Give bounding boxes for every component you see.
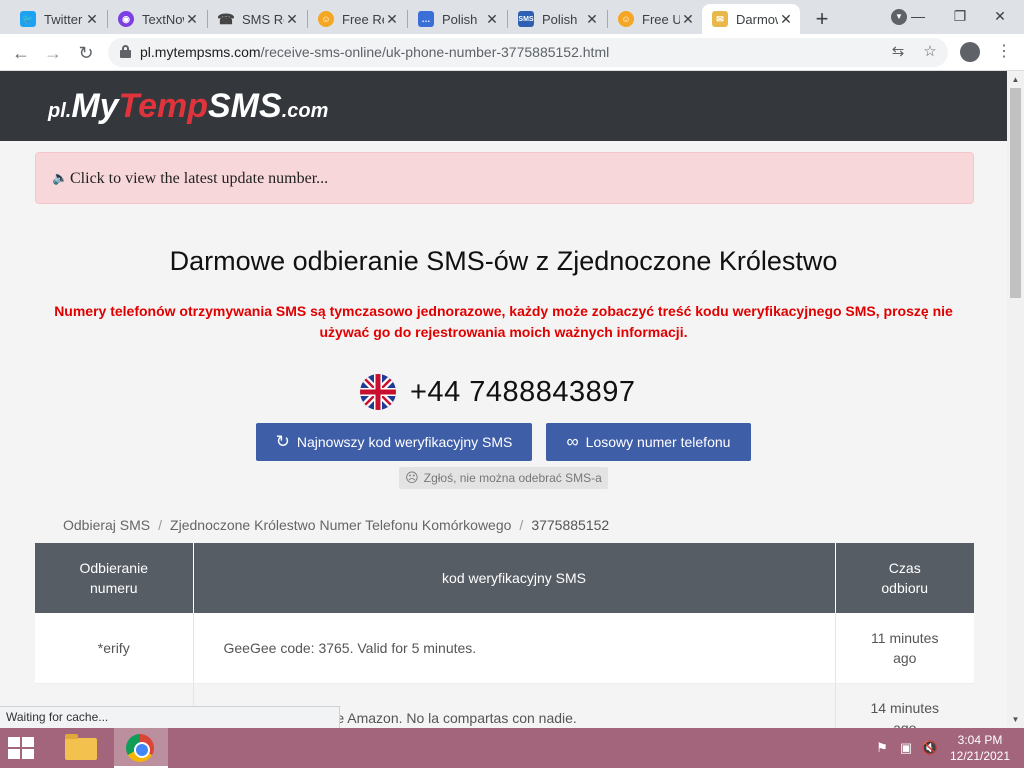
close-icon[interactable]: ✕ (284, 11, 300, 28)
close-icon[interactable]: ✕ (584, 11, 600, 28)
address-bar[interactable]: pl.mytempsms.com/receive-sms-online/uk-p… (108, 38, 948, 67)
phone-number: +44 7488843897 (410, 375, 636, 408)
browser-toolbar: ← → ↻ pl.mytempsms.com/receive-sms-onlin… (0, 34, 1024, 71)
breadcrumb: Odbieraj SMS / Zjednoczone Królestwo Numer… (63, 517, 610, 533)
phone-number-block: +44 7488843897 (360, 374, 636, 410)
tab-free-uk[interactable]: ☺ Free UK ✕ (608, 4, 702, 34)
breadcrumb-country[interactable]: Zjednoczone Królestwo Numer Telefonu Kom… (170, 517, 511, 533)
sms-icon: SMS (518, 11, 534, 27)
random-number-label: Losowy numer telefonu (585, 434, 731, 450)
restore-icon[interactable]: ❐ (940, 2, 980, 30)
chat-icon: … (418, 11, 434, 27)
sms-table: Odbieranie numeru kod weryfikacyjny SMS … (35, 543, 974, 728)
uk-flag-icon (360, 374, 396, 410)
new-tab-button[interactable]: + (810, 6, 834, 32)
refresh-icon: ↻ (275, 432, 290, 451)
latest-code-label: Najnowszy kod weryfikacyjny SMS (296, 434, 513, 450)
breadcrumb-current: 3775885152 (531, 517, 610, 533)
reload-icon[interactable]: ↻ (73, 40, 99, 66)
twitter-icon: 🐦 (20, 11, 36, 27)
system-clock[interactable]: 3:04 PM 12/21/2021 (944, 732, 1016, 764)
translate-icon[interactable]: ⇆ (888, 42, 908, 60)
latest-code-button[interactable]: ↻ Najnowszy kod weryfikacyjny SMS (256, 423, 532, 461)
site-logo[interactable]: pl.MyTempSMS.com (48, 87, 328, 126)
chrome-taskbar-button[interactable] (114, 728, 168, 768)
speaker-icon: 🔈 (52, 170, 69, 185)
table-row: *erify GeeGee code: 3765. Valid for 5 mi… (35, 613, 974, 684)
back-arrow-icon[interactable]: ← (8, 40, 34, 66)
tab-title: TextNow (142, 11, 184, 27)
tab-title: Polish (542, 11, 578, 27)
table-header-row: Odbieranie numeru kod weryfikacyjny SMS … (35, 543, 974, 613)
tab-strip: 🐦 Twitter ✕ ◉ TextNow ✕ ☎ SMS Receive ✕ … (0, 0, 1024, 34)
close-icon[interactable]: ✕ (680, 11, 696, 28)
profile-avatar-icon[interactable] (960, 42, 980, 62)
warning-text: Numery telefonów otrzymywania SMS są tym… (54, 303, 953, 340)
close-icon[interactable]: ✕ (778, 11, 794, 28)
tab-sms-receive[interactable]: ☎ SMS Receive ✕ (208, 4, 306, 34)
status-bar: Waiting for cache... (0, 706, 340, 728)
forward-arrow-icon[interactable]: → (40, 40, 66, 66)
tab-title: Free Receive (342, 11, 384, 27)
tab-title: SMS Receive (242, 11, 284, 27)
menu-kebab-icon[interactable]: ⋮ (996, 41, 1012, 61)
close-icon[interactable]: ✕ (384, 11, 400, 28)
bookmark-star-icon[interactable]: ☆ (920, 42, 940, 60)
textnow-icon: ◉ (118, 11, 134, 27)
volume-muted-icon[interactable]: 🔇 (921, 740, 939, 756)
close-icon[interactable]: ✕ (184, 11, 200, 28)
report-label: Zgłoś, nie można odebrać SMS-a (423, 471, 602, 485)
random-number-button[interactable]: ∞ Losowy numer telefonu (546, 423, 751, 461)
column-header-time: Czas odbioru (835, 543, 974, 613)
minimize-icon[interactable]: — (898, 2, 938, 30)
sad-face-icon: ☹ (405, 470, 419, 485)
infinity-icon: ∞ (566, 432, 579, 451)
url-text[interactable]: pl.mytempsms.com/receive-sms-online/uk-p… (140, 44, 609, 60)
tab-twitter[interactable]: 🐦 Twitter ✕ (10, 4, 106, 34)
window-close-icon[interactable]: ✕ (980, 2, 1020, 30)
cell-message: GeeGee code: 3765. Valid for 5 minutes. (193, 613, 836, 684)
column-header-sender: Odbieranie numeru (35, 543, 194, 613)
notice-text: Click to view the latest update number..… (70, 170, 329, 187)
lock-icon[interactable] (120, 45, 131, 58)
site-header: pl.MyTempSMS.com (0, 71, 1007, 141)
tab-title: Darmowe (736, 11, 778, 27)
windows-taskbar: ⚑ ▣ 🔇 3:04 PM 12/21/2021 (0, 728, 1024, 768)
update-notice[interactable]: 🔈 Click to view the latest update number… (35, 152, 974, 204)
envelope-icon: ✉ (712, 11, 728, 27)
breadcrumb-home[interactable]: Odbieraj SMS (63, 517, 150, 533)
chrome-icon (126, 734, 154, 762)
tab-title: Polish (442, 11, 478, 27)
tab-title: Free UK (642, 11, 680, 27)
network-icon[interactable]: ▣ (897, 740, 915, 756)
file-explorer-button[interactable] (54, 728, 108, 768)
tab-polish-1[interactable]: … Polish ✕ (408, 4, 506, 34)
phone-icon: ☎ (217, 10, 235, 27)
column-header-message: kod weryfikacyjny SMS (193, 543, 836, 613)
windows-start-icon[interactable] (8, 737, 36, 759)
cell-time: 14 minutes ago (835, 683, 974, 728)
tab-darmowe-active[interactable]: ✉ Darmowe ✕ (702, 4, 800, 34)
page-viewport: pl.MyTempSMS.com 🔈 Click to view the lat… (0, 71, 1007, 728)
cell-sender: *erify (35, 613, 194, 684)
tab-title: Twitter (44, 11, 83, 27)
clock-date: 12/21/2021 (949, 749, 1011, 763)
page-title: Darmowe odbieranie SMS-ów z Zjednoczone … (169, 246, 838, 276)
close-icon[interactable]: ✕ (484, 11, 500, 28)
tab-free-receive[interactable]: ☺ Free Receive ✕ (308, 4, 406, 34)
smiley-icon: ☺ (618, 11, 634, 27)
close-icon[interactable]: ✕ (84, 11, 100, 28)
scroll-down-arrow-icon[interactable]: ▼ (1007, 715, 1024, 724)
flag-warning-icon[interactable]: ⚑ (873, 740, 891, 756)
report-button[interactable]: ☹ Zgłoś, nie można odebrać SMS-a (399, 467, 608, 489)
clock-time: 3:04 PM (957, 733, 1003, 747)
cell-time: 11 minutes ago (835, 613, 974, 684)
scroll-thumb[interactable] (1010, 88, 1021, 298)
smiley-icon: ☺ (318, 11, 334, 27)
tab-polish-2[interactable]: SMS Polish ✕ (508, 4, 606, 34)
vertical-scrollbar[interactable]: ▲ ▼ (1007, 71, 1024, 728)
tab-textnow[interactable]: ◉ TextNow ✕ (108, 4, 206, 34)
scroll-up-arrow-icon[interactable]: ▲ (1007, 75, 1024, 84)
folder-icon (65, 734, 97, 760)
